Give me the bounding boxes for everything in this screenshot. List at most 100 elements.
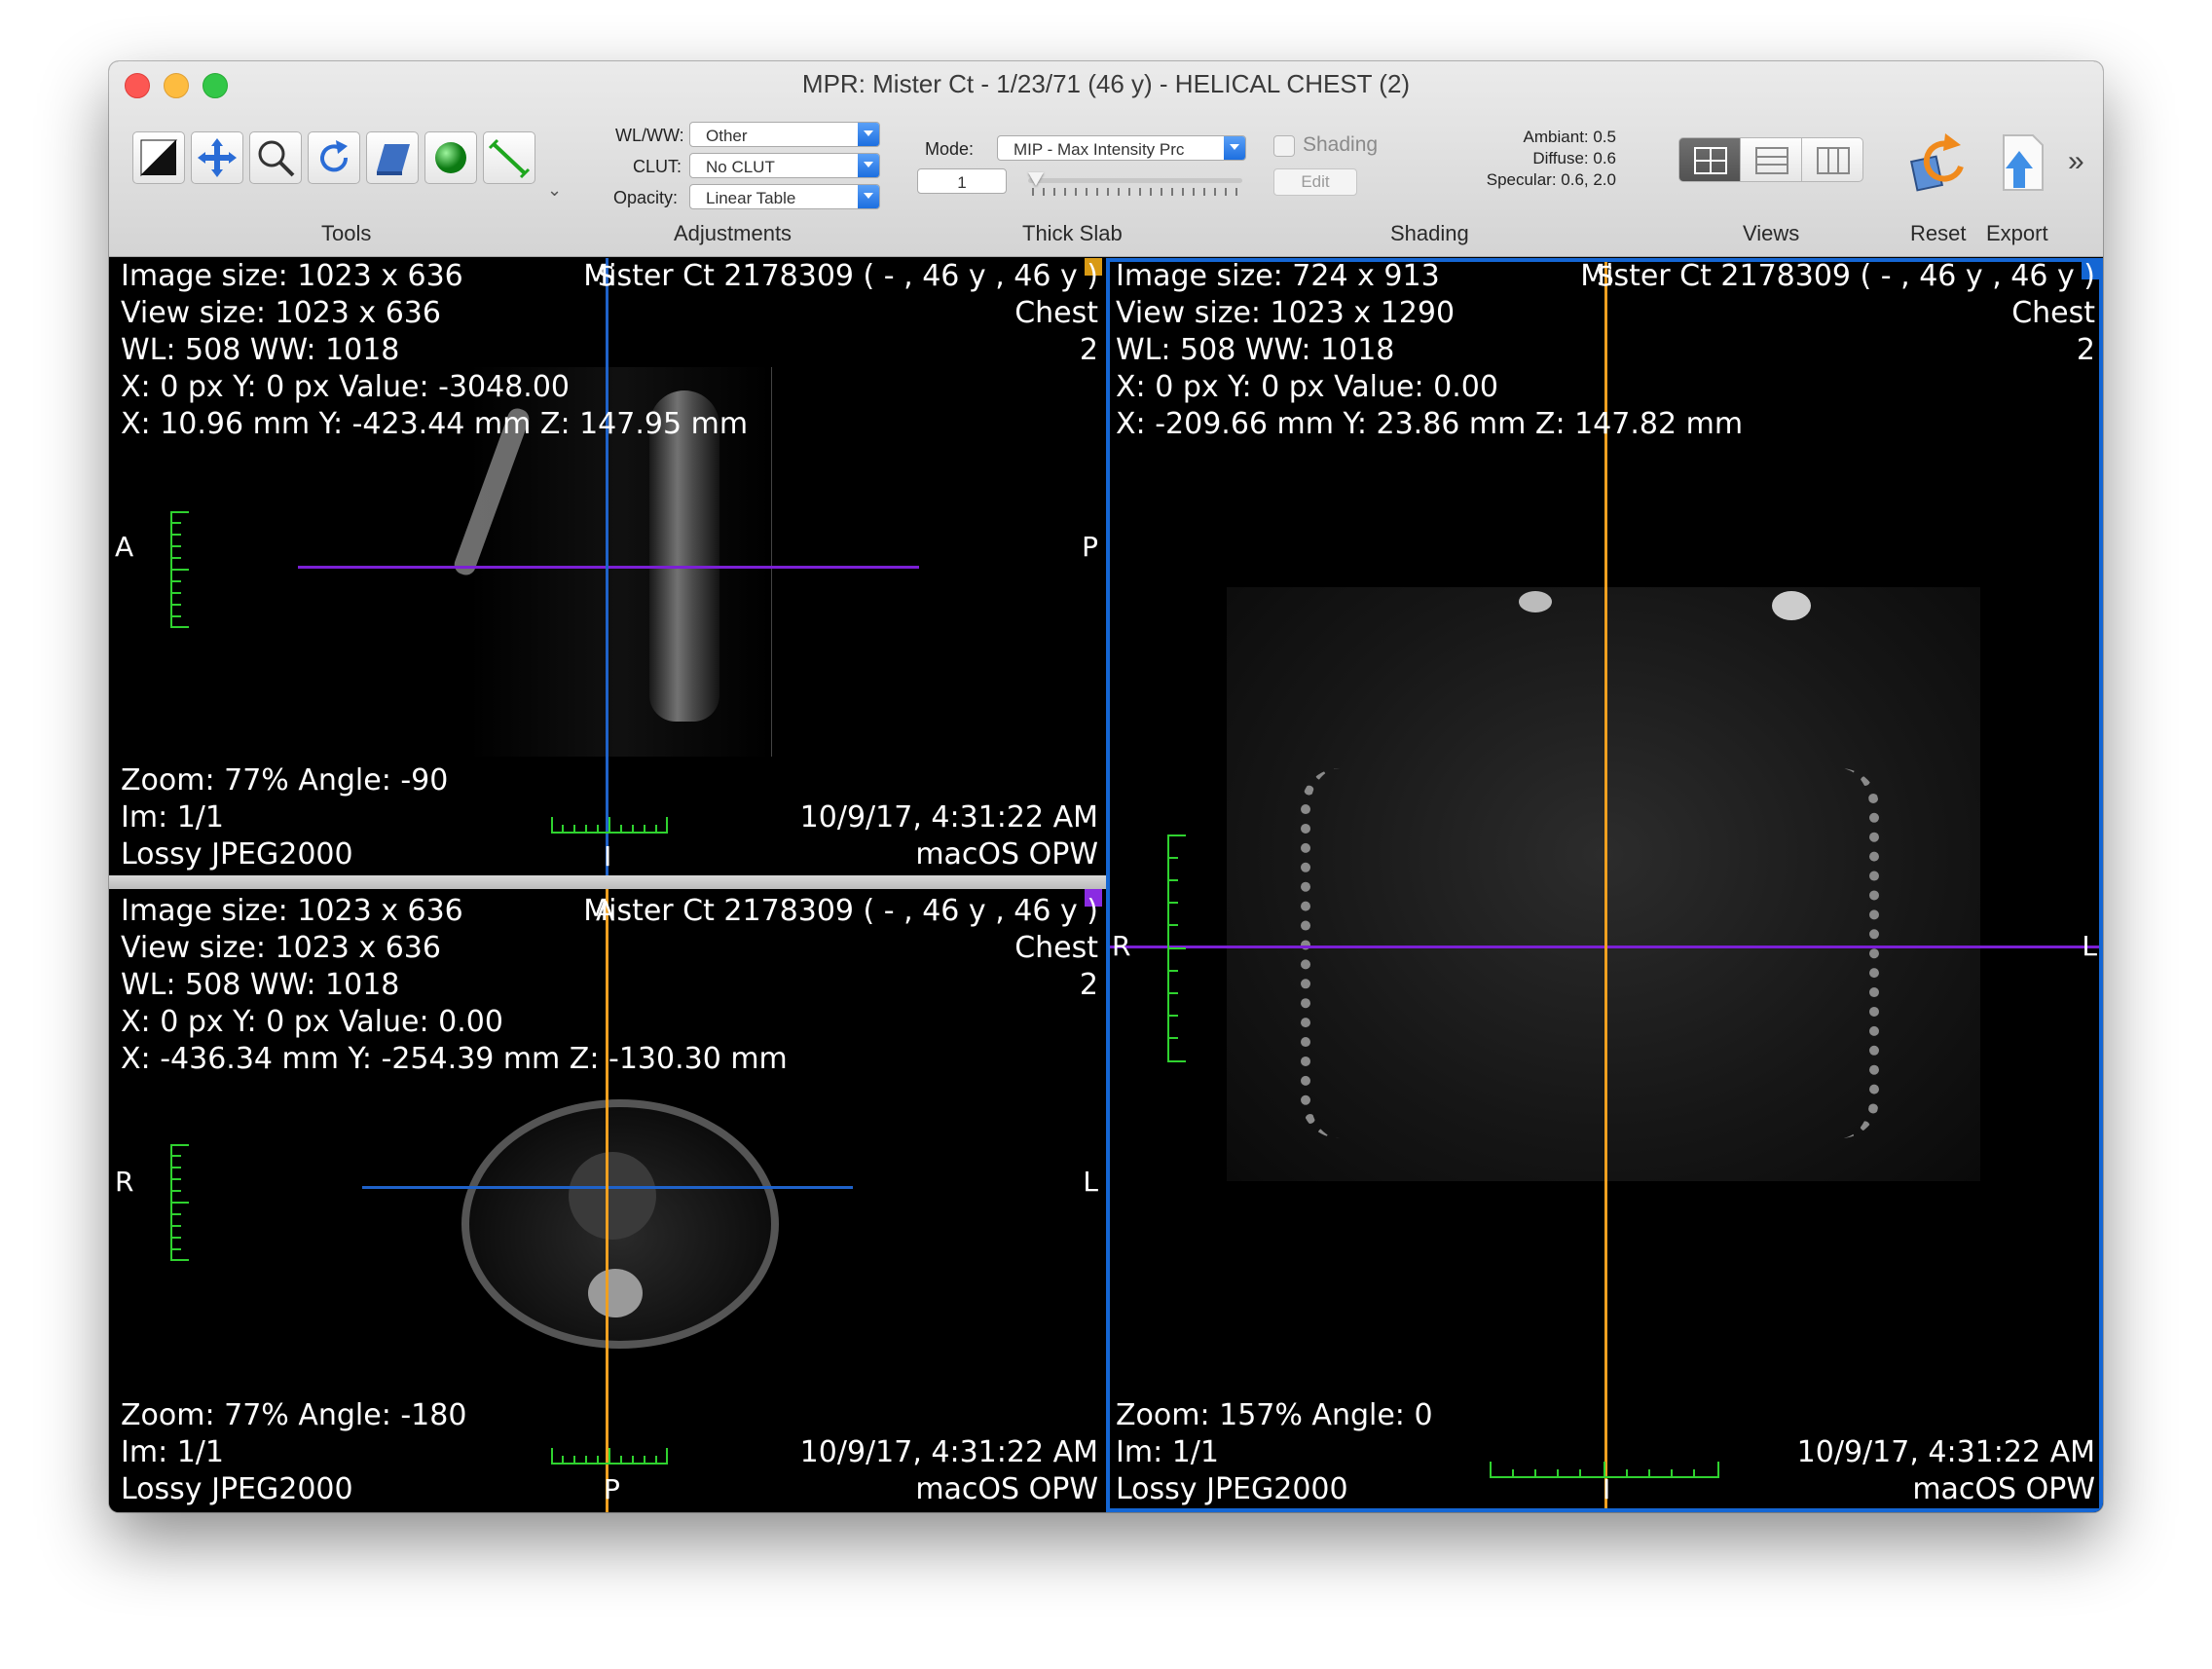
clavicle-image [1519,591,1552,612]
station-name: macOS OPW [915,1472,1098,1506]
sagittal-viewer[interactable]: Image size: 1023 x 636 View size: 1023 x… [109,258,1106,875]
slider-knob[interactable] [1028,172,1044,186]
shoulder-image [1772,591,1811,620]
popup-arrow-icon [858,123,879,146]
mm-position: X: 10.96 mm Y: -423.44 mm Z: 147.95 mm [121,407,749,441]
view-layout-3-button[interactable] [1801,137,1863,182]
wlww-label: WL/WW: [615,126,684,145]
tools-group-label: Tools [321,221,372,245]
popup-arrow-icon [858,154,879,177]
export-label: Export [1986,221,2048,245]
shading-edit-button[interactable]: Edit [1273,168,1357,196]
panel-splitter[interactable] [109,875,1106,889]
popup-arrow-icon [1224,136,1245,160]
image-size: Image size: 724 x 913 [1116,259,1440,293]
acquisition-date: 10/9/17, 4:31:22 AM [1796,1435,2095,1469]
orientation-right: P [1082,531,1098,563]
patient-info: Mister Ct 2178309 ( - , 46 y , 46 y ) [1580,259,2095,293]
image-index: Im: 1/1 [121,1435,224,1469]
move-tool-button[interactable] [191,131,243,184]
station-name: macOS OPW [915,837,1098,872]
image-index: Im: 1/1 [121,800,224,834]
wlww-value: Other [706,127,748,145]
export-button[interactable] [1986,130,2054,198]
slider-ticks [1032,188,1240,196]
magnifier-icon [258,140,295,177]
orientation-top: S [1597,260,1614,292]
vertical-ruler [170,511,189,628]
shading-checkbox-label: Shading [1303,133,1379,156]
more-toolbar-chevron-icon[interactable]: » [2068,145,2084,178]
measure-tool-button[interactable] [483,131,535,184]
3d-point-tool-button[interactable] [424,131,477,184]
toolbar: MPR: Mister Ct - 1/23/71 (46 y) - HELICA… [109,61,2103,257]
wlww-popup[interactable]: Other [689,122,880,147]
clut-value: No CLUT [706,158,775,176]
contrast-icon [140,139,178,177]
sphere-icon [435,142,466,173]
pixel-position: X: 0 px Y: 0 px Value: 0.00 [121,1005,503,1039]
zoom-angle: Zoom: 77% Angle: -180 [121,1398,467,1432]
shading-checkbox[interactable] [1273,135,1295,157]
rows-layout-icon [1755,147,1788,174]
coronal-reference-line [606,258,608,875]
rotate-tool-button[interactable] [308,131,360,184]
rotate-icon [320,140,349,172]
opacity-popup[interactable]: Linear Table [689,184,880,209]
orientation-bottom: P [604,1473,620,1505]
popup-arrow-icon [858,185,879,208]
export-icon [2003,134,2044,191]
clut-popup[interactable]: No CLUT [689,153,880,178]
reset-label: Reset [1910,221,1967,245]
opacity-value: Linear Table [706,189,796,207]
sagittal-reference-line [606,889,608,1512]
specular-value: Specular: 0.6, 2.0 [1486,170,1616,189]
right-ribs-image [1830,768,1879,1138]
window-title: MPR: Mister Ct - 1/23/71 (46 y) - HELICA… [801,69,1411,98]
axial-reference-line [298,566,919,569]
coronal-viewer[interactable]: Image size: 724 x 913 View size: 1023 x … [1106,258,2103,1512]
mpr-window: MPR: Mister Ct - 1/23/71 (46 y) - HELICA… [109,61,2103,1512]
study-description: Chest [1014,296,1098,330]
orientation-top: S [598,260,615,292]
slab-slider[interactable] [1028,172,1242,200]
slab-thickness-value: 1 [957,173,967,192]
vertebra-image [588,1269,643,1317]
zoom-angle: Zoom: 157% Angle: 0 [1116,1398,1433,1432]
acquisition-date: 10/9/17, 4:31:22 AM [799,800,1098,834]
series-number: 2 [2076,333,2095,367]
pixel-position: X: 0 px Y: 0 px Value: 0.00 [1116,370,1498,404]
left-ribs-image [1301,768,1349,1138]
sagittal-reference-line [1604,262,1607,1508]
vertical-ruler [170,1144,189,1261]
pixel-position: X: 0 px Y: 0 px Value: -3048.00 [121,370,571,404]
study-description: Chest [2011,296,2095,330]
tools-more-chevron-icon[interactable]: ⌄ [547,180,562,201]
axial-viewer[interactable]: Image size: 1023 x 636 View size: 1023 x… [109,889,1106,1512]
horizontal-ruler [551,1448,668,1465]
view-layout-2-button[interactable] [1740,137,1802,182]
window-level: WL: 508 WW: 1018 [121,333,400,367]
window-level: WL: 508 WW: 1018 [121,968,400,1002]
mode-label: Mode: [925,139,975,159]
reset-button[interactable] [1906,130,1974,198]
view-size: View size: 1023 x 1290 [1116,296,1456,330]
ambiant-value: Ambiant: 0.5 [1523,128,1616,146]
slab-tool-button[interactable] [366,131,419,184]
stack-icon [377,144,410,175]
compression: Lossy JPEG2000 [1116,1472,1348,1506]
slab-thickness-field[interactable]: 1 [917,168,1007,194]
zoom-tool-button[interactable] [249,131,302,184]
station-name: macOS OPW [1912,1472,2095,1506]
mode-value: MIP - Max Intensity Prc [1014,140,1185,159]
orientation-bottom: I [1603,1473,1611,1505]
wl-tool-button[interactable] [132,131,185,184]
mode-popup[interactable]: MIP - Max Intensity Prc [997,135,1246,161]
patient-info: Mister Ct 2178309 ( - , 46 y , 46 y ) [583,259,1098,293]
view-layout-1-button[interactable] [1678,137,1741,182]
columns-layout-icon [1817,147,1850,174]
series-number: 2 [1079,333,1098,367]
reset-icon [1909,133,1964,192]
view-size: View size: 1023 x 636 [121,296,441,330]
compression: Lossy JPEG2000 [121,837,353,872]
